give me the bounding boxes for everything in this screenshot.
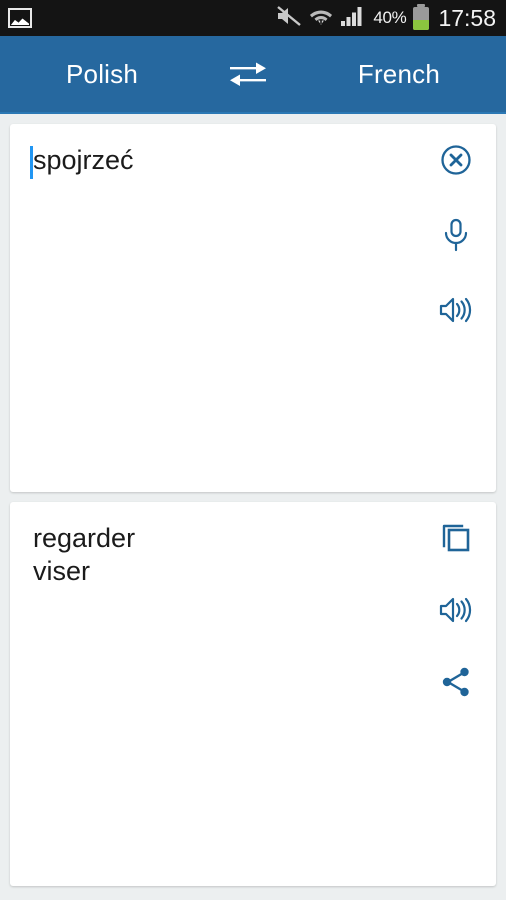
input-actions — [434, 140, 478, 334]
clear-icon — [440, 144, 472, 181]
clear-button[interactable] — [434, 140, 478, 184]
status-bar-indicators: 40% 17:58 — [276, 3, 496, 32]
voice-input-button[interactable] — [434, 215, 478, 259]
output-actions — [434, 518, 478, 706]
source-language-button[interactable]: Polish — [66, 59, 138, 90]
output-card[interactable]: regarder viser — [10, 502, 496, 886]
cellular-signal-icon — [340, 5, 366, 32]
swap-languages-button[interactable] — [221, 47, 275, 101]
gallery-icon — [8, 8, 32, 28]
battery-icon — [413, 3, 430, 30]
sound-muted-icon — [276, 5, 302, 32]
source-text-input[interactable]: spojrzeć — [33, 144, 418, 177]
speaker-icon — [438, 595, 474, 630]
microphone-icon — [441, 218, 471, 257]
wifi-icon — [309, 5, 333, 32]
copy-button[interactable] — [434, 518, 478, 562]
input-card[interactable]: spojrzeć — [10, 124, 496, 492]
speaker-icon — [438, 295, 474, 330]
swap-languages-icon — [226, 55, 270, 94]
status-bar: 40% 17:58 — [0, 0, 506, 36]
status-bar-notifications — [8, 8, 32, 28]
translation-text: regarder viser — [33, 523, 136, 586]
battery-percentage: 40% — [373, 8, 407, 27]
translation-panels: spojrzeć regarder viser — [0, 114, 506, 896]
status-bar-clock: 17:58 — [438, 4, 496, 31]
target-language-button[interactable]: French — [358, 59, 440, 90]
share-icon — [440, 666, 472, 703]
listen-translation-button[interactable] — [434, 590, 478, 634]
listen-source-button[interactable] — [434, 290, 478, 334]
share-button[interactable] — [434, 662, 478, 706]
language-header: Polish French — [0, 36, 506, 114]
copy-icon — [440, 522, 472, 559]
